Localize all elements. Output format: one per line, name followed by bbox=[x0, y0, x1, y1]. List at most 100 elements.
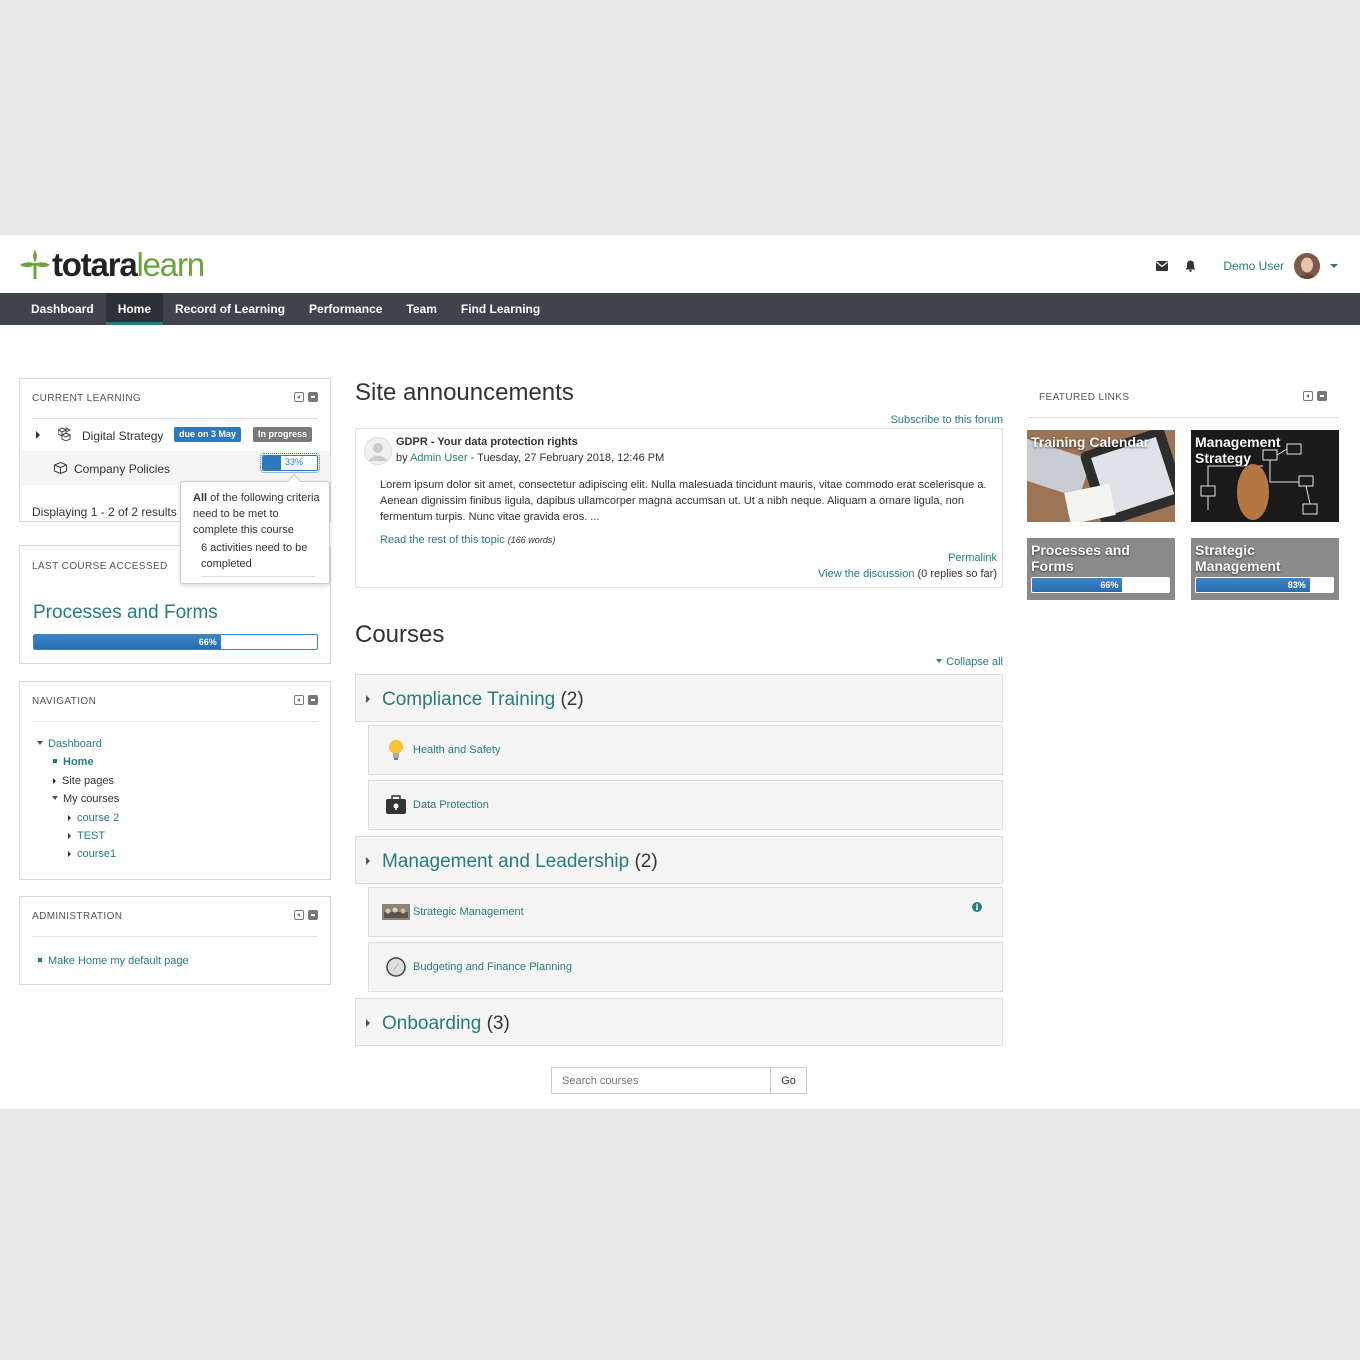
bell-icon[interactable] bbox=[1181, 257, 1199, 275]
main-navbar: Dashboard Home Record of Learning Perfor… bbox=[0, 293, 1360, 325]
dock-block-icon[interactable] bbox=[294, 392, 304, 402]
subscribe-link[interactable]: Subscribe to this forum bbox=[891, 414, 1004, 426]
expand-icon bbox=[366, 857, 370, 865]
expand-icon bbox=[366, 695, 370, 703]
block-title: NAVIGATION bbox=[32, 696, 97, 707]
tile-processes-and-forms[interactable]: Processes and Forms 66% bbox=[1027, 538, 1175, 600]
collapse-icon bbox=[936, 659, 943, 663]
go-button[interactable]: Go bbox=[770, 1067, 807, 1094]
progress-label: 66% bbox=[198, 637, 217, 647]
last-course-progress: 66% bbox=[33, 634, 318, 650]
block-title: LAST COURSE ACCESSED bbox=[32, 561, 168, 572]
tooltip-activities: 6 activities need to be completed bbox=[201, 540, 315, 577]
expand-icon[interactable] bbox=[36, 431, 40, 439]
category-management-and-leadership[interactable]: Management and Leadership (2) bbox=[355, 836, 1003, 884]
admin-make-default[interactable]: Make Home my default page bbox=[38, 955, 189, 967]
expand-icon bbox=[53, 778, 56, 784]
course-row[interactable]: Budgeting and Finance Planning bbox=[368, 942, 1003, 992]
envelope-icon[interactable] bbox=[1153, 257, 1171, 275]
nav-tree-site-pages[interactable]: Site pages bbox=[53, 775, 114, 787]
logo-text-learn: learn bbox=[136, 246, 206, 283]
expand-icon bbox=[68, 833, 71, 839]
course-icon bbox=[54, 462, 67, 474]
navigation-block: NAVIGATION Dashboard Home Site pages My … bbox=[19, 681, 331, 880]
learning-item-digital-strategy: Digital Strategy due on 3 May In progres… bbox=[20, 421, 330, 449]
permalink-link[interactable]: Permalink bbox=[948, 552, 997, 564]
learning-item-name[interactable]: Digital Strategy bbox=[82, 429, 163, 443]
view-discussion-link[interactable]: View the discussion bbox=[818, 568, 914, 580]
tile-title: Management Strategy bbox=[1195, 434, 1281, 466]
tile-progress: 66% bbox=[1031, 577, 1170, 593]
hide-block-icon[interactable] bbox=[308, 392, 318, 402]
nav-tree-dashboard[interactable]: Dashboard bbox=[37, 738, 102, 750]
page-frame: totara learn Demo User Dashboard Home Rec… bbox=[0, 235, 1360, 1109]
user-name[interactable]: Demo User bbox=[1223, 259, 1284, 273]
author-link[interactable]: Admin User bbox=[410, 452, 467, 464]
post-title: GDPR - Your data protection rights bbox=[396, 436, 578, 448]
progress-label: 33% bbox=[285, 457, 304, 467]
collapse-all-link[interactable]: Collapse all bbox=[936, 656, 1003, 668]
due-badge: due on 3 May bbox=[174, 427, 242, 442]
nav-dashboard[interactable]: Dashboard bbox=[19, 293, 106, 325]
hide-block-icon[interactable] bbox=[1317, 391, 1327, 401]
chevron-down-icon[interactable] bbox=[1330, 264, 1338, 268]
nav-tree-my-courses[interactable]: My courses bbox=[52, 793, 119, 805]
meeting-thumbnail-icon bbox=[381, 899, 411, 925]
nav-team[interactable]: Team bbox=[394, 293, 448, 325]
block-title: ADMINISTRATION bbox=[32, 911, 123, 922]
progress-fill bbox=[263, 456, 281, 470]
status-badge: In progress bbox=[253, 427, 313, 442]
nav-tree-course[interactable]: TEST bbox=[68, 830, 105, 842]
completion-tooltip: All of the following criteria need to be… bbox=[180, 473, 330, 584]
tooltip-criteria: of the following criteria need to be met… bbox=[193, 492, 320, 536]
user-avatar[interactable] bbox=[1294, 253, 1320, 279]
post-body: Lorem ipsum dolor sit amet, consectetur … bbox=[380, 479, 987, 523]
dock-block-icon[interactable] bbox=[294, 910, 304, 920]
course-progress-bar[interactable]: 33% bbox=[260, 453, 320, 473]
category-compliance-training[interactable]: Compliance Training (2) bbox=[355, 674, 1003, 722]
tile-title: Strategic Management bbox=[1195, 542, 1281, 574]
lightbulb-icon bbox=[381, 737, 411, 763]
compass-icon bbox=[381, 954, 411, 980]
nav-tree-course[interactable]: course1 bbox=[68, 848, 116, 860]
tile-training-calendar[interactable]: Training Calendar bbox=[1027, 430, 1175, 522]
courses-heading: Courses bbox=[355, 621, 445, 648]
nav-tree-home[interactable]: Home bbox=[53, 756, 94, 768]
hide-block-icon[interactable] bbox=[308, 695, 318, 705]
tile-title: Training Calendar bbox=[1031, 434, 1150, 450]
block-title: CURRENT LEARNING bbox=[32, 393, 142, 404]
tile-management-strategy[interactable]: Management Strategy bbox=[1191, 430, 1339, 522]
nav-tree-course[interactable]: course 2 bbox=[68, 812, 119, 824]
nav-record-of-learning[interactable]: Record of Learning bbox=[163, 293, 297, 325]
forum-post: GDPR - Your data protection rights by Ad… bbox=[355, 428, 1003, 588]
course-row[interactable]: Data Protection bbox=[368, 780, 1003, 830]
totara-logo[interactable]: totara learn bbox=[18, 246, 206, 283]
collapse-icon bbox=[37, 741, 43, 745]
tooltip-bold: All bbox=[193, 492, 208, 504]
discussion-line: View the discussion (0 replies so far) bbox=[818, 568, 997, 580]
tile-progress: 83% bbox=[1195, 577, 1334, 593]
read-more: Read the rest of this topic (166 words) bbox=[380, 534, 556, 546]
learning-item-name[interactable]: Company Policies bbox=[74, 462, 170, 476]
user-menu: Demo User bbox=[1153, 251, 1338, 281]
nav-home[interactable]: Home bbox=[105, 293, 164, 325]
nav-performance[interactable]: Performance bbox=[297, 293, 394, 325]
tile-strategic-management[interactable]: Strategic Management 83% bbox=[1191, 538, 1339, 600]
dock-block-icon[interactable] bbox=[294, 695, 304, 705]
last-course-name[interactable]: Processes and Forms bbox=[33, 602, 218, 624]
hide-block-icon[interactable] bbox=[308, 910, 318, 920]
site-announcements-heading: Site announcements bbox=[355, 379, 574, 406]
expand-icon bbox=[366, 1019, 370, 1027]
dock-block-icon[interactable] bbox=[1303, 391, 1313, 401]
course-row[interactable]: Health and Safety bbox=[368, 725, 1003, 775]
course-row[interactable]: Strategic Management i bbox=[368, 887, 1003, 937]
category-onboarding[interactable]: Onboarding (3) bbox=[355, 998, 1003, 1046]
learning-item-company-policies: Company Policies 33% bbox=[20, 451, 330, 485]
nav-find-learning[interactable]: Find Learning bbox=[449, 293, 552, 325]
read-more-link[interactable]: Read the rest of this topic bbox=[380, 534, 505, 546]
briefcase-icon bbox=[381, 792, 411, 818]
search-courses-input[interactable] bbox=[551, 1067, 771, 1094]
bullet-icon bbox=[53, 759, 57, 763]
expand-icon bbox=[68, 851, 71, 857]
info-icon[interactable]: i bbox=[972, 902, 982, 912]
